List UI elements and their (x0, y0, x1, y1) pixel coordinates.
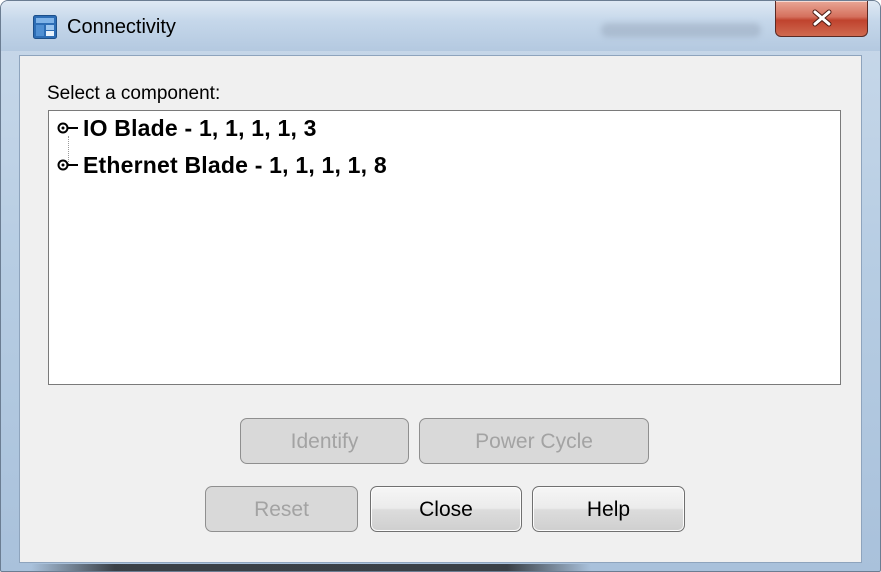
identify-button[interactable]: Identify (240, 418, 409, 464)
power-cycle-button[interactable]: Power Cycle (419, 418, 649, 464)
tree-item-label: Ethernet Blade - 1, 1, 1, 1, 8 (83, 151, 387, 178)
tree-item-label: IO Blade - 1, 1, 1, 1, 3 (83, 114, 317, 141)
tree-expander-icon[interactable] (57, 121, 79, 135)
dialog-client-area: Select a component: IO Blade - 1, 1, 1, … (19, 55, 862, 563)
close-button[interactable]: Close (370, 486, 522, 532)
title-bar[interactable]: Connectivity (1, 1, 880, 51)
reset-button[interactable]: Reset (205, 486, 358, 532)
window-title: Connectivity (67, 16, 176, 38)
taskbar-shadow (31, 564, 591, 571)
tree-item-ethernet-blade[interactable]: Ethernet Blade - 1, 1, 1, 1, 8 (57, 151, 387, 179)
close-icon (812, 9, 832, 27)
background-blur (601, 23, 761, 37)
window-close-button[interactable] (775, 1, 868, 37)
tree-item-io-blade[interactable]: IO Blade - 1, 1, 1, 1, 3 (57, 114, 317, 142)
select-component-label: Select a component: (47, 83, 221, 104)
tree-expander-icon[interactable] (57, 158, 79, 172)
connectivity-dialog: Connectivity Select a component: IO Blad… (0, 0, 881, 572)
app-icon (33, 15, 57, 39)
component-tree[interactable]: IO Blade - 1, 1, 1, 1, 3 Ethernet Blade … (48, 110, 841, 385)
help-button[interactable]: Help (532, 486, 685, 532)
